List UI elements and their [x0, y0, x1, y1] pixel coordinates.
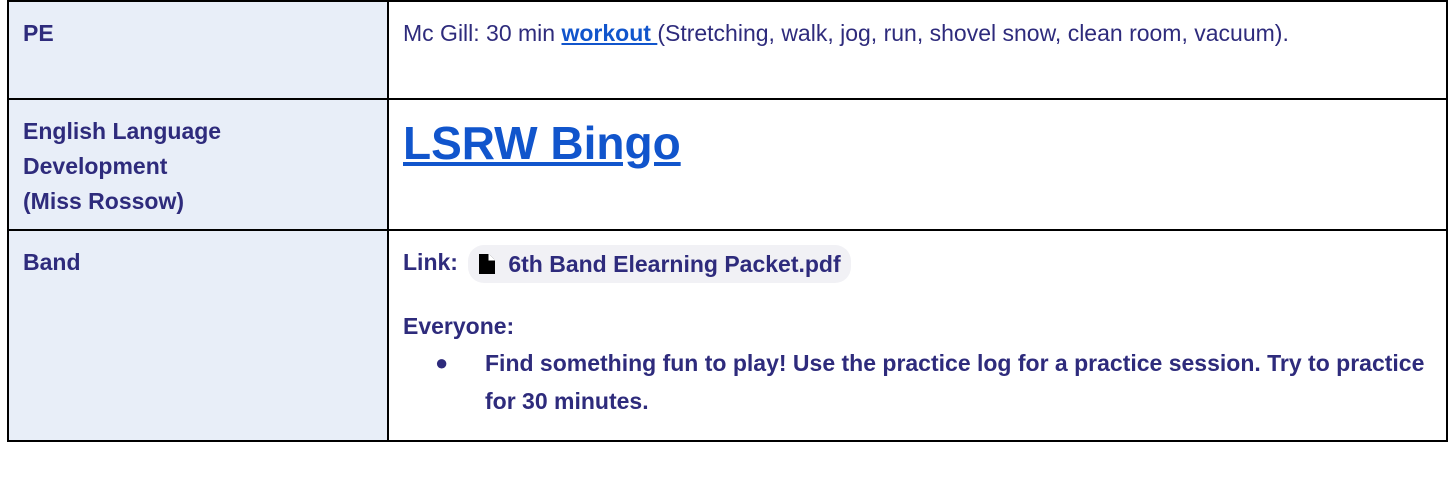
file-name: 6th Band Elearning Packet.pdf: [508, 250, 841, 277]
table-row-eld: English Language Development (Miss Rosso…: [7, 98, 1448, 231]
subject-label-eld-line1: English Language: [23, 118, 222, 144]
table-row-band: Band Link: 6th Band Elearning Packet.pdf…: [7, 229, 1448, 442]
details-cell-eld: LSRW Bingo: [387, 98, 1448, 231]
subject-label-eld-line3: (Miss Rossow): [23, 188, 185, 214]
band-spacer: [403, 283, 1432, 309]
file-chip[interactable]: 6th Band Elearning Packet.pdf: [468, 245, 851, 283]
schedule-table: PE Mc Gill: 30 min workout (Stretching, …: [7, 0, 1448, 442]
band-list: ● Find something fun to play! Use the pr…: [403, 344, 1432, 420]
details-cell-band: Link: 6th Band Elearning Packet.pdf Ever…: [387, 229, 1448, 442]
bullet-icon: ●: [435, 350, 449, 375]
pe-text-after: (Stretching, walk, jog, run, shovel snow…: [657, 20, 1289, 46]
pe-text-before: Mc Gill: 30 min: [403, 20, 562, 46]
lsrw-bingo-link[interactable]: LSRW Bingo: [403, 116, 681, 170]
subject-label-eld-line2: Development: [23, 153, 168, 179]
subject-cell-pe: PE: [7, 0, 389, 100]
file-icon: [479, 254, 496, 274]
list-item: ● Find something fun to play! Use the pr…: [435, 344, 1432, 420]
table-row-pe: PE Mc Gill: 30 min workout (Stretching, …: [7, 0, 1448, 100]
subject-label-band: Band: [23, 249, 81, 275]
subject-cell-eld: English Language Development (Miss Rosso…: [7, 98, 389, 231]
subject-label-pe: PE: [23, 20, 54, 46]
band-link-line: Link: 6th Band Elearning Packet.pdf: [403, 245, 1432, 283]
band-heading: Everyone:: [403, 313, 515, 339]
subject-cell-band: Band: [7, 229, 389, 442]
workout-link[interactable]: workout: [561, 20, 657, 46]
band-bullet-text: Find something fun to play! Use the prac…: [485, 350, 1425, 414]
details-cell-pe: Mc Gill: 30 min workout (Stretching, wal…: [387, 0, 1448, 100]
band-link-prefix: Link:: [403, 249, 458, 276]
